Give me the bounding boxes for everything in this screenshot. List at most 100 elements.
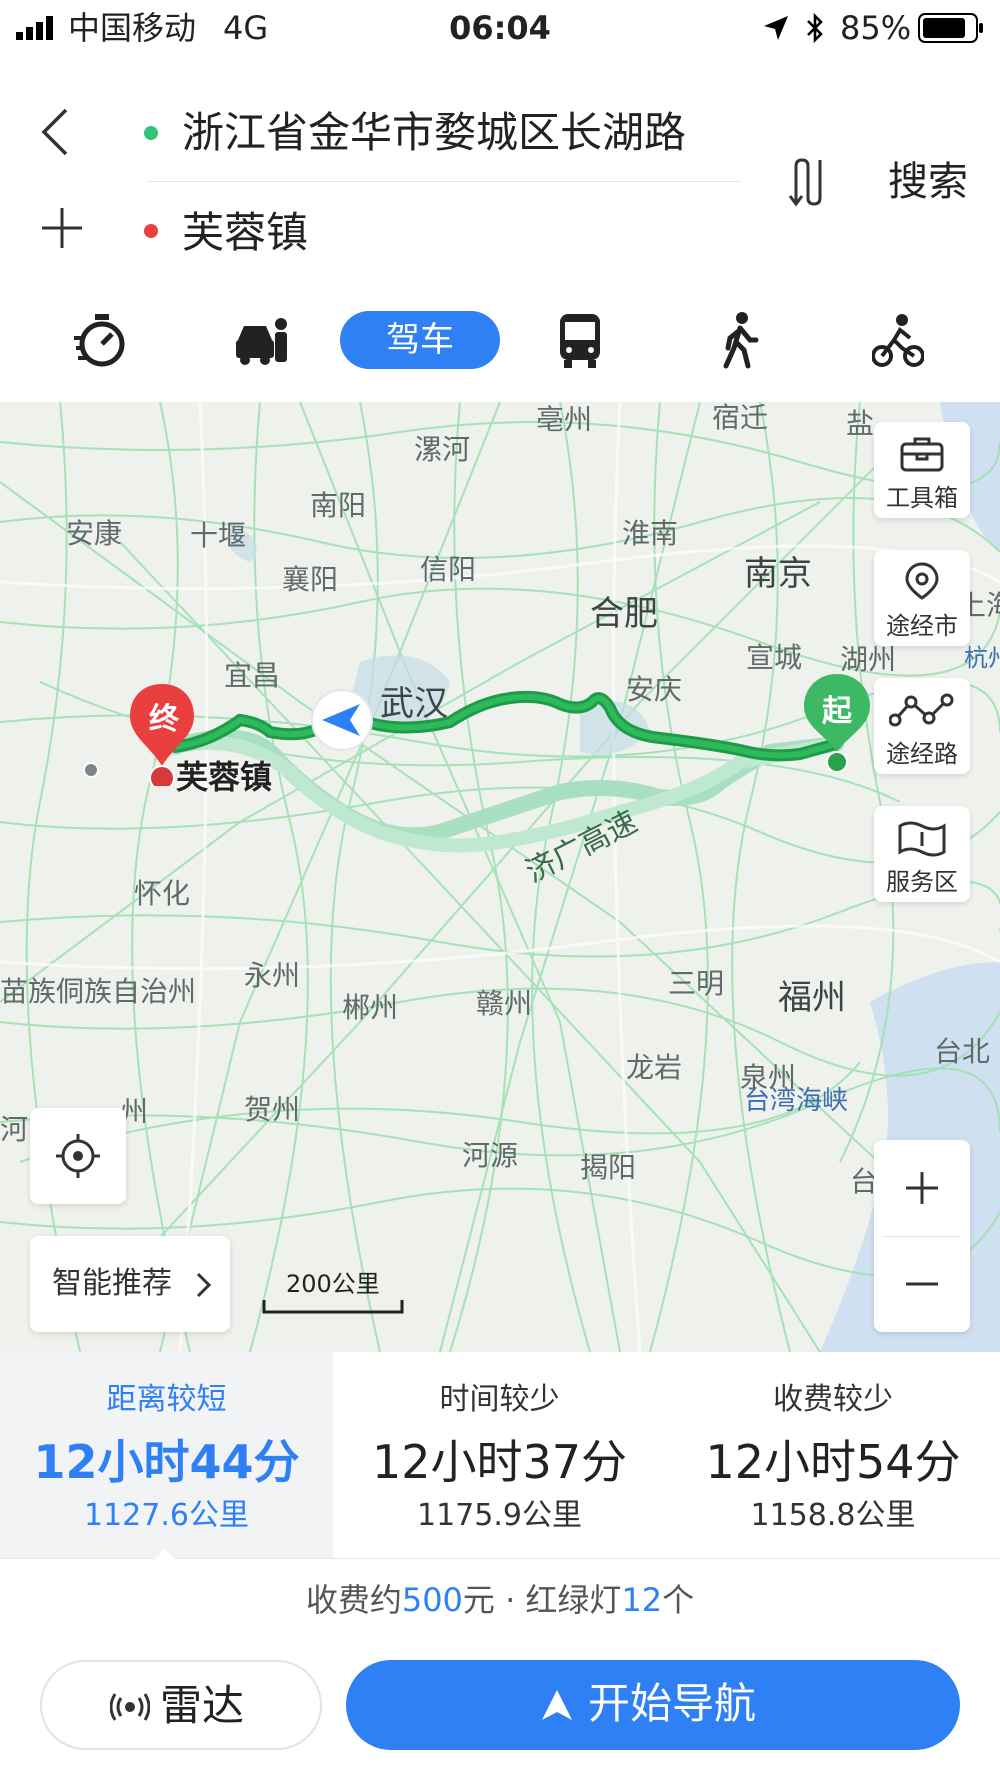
city-label-nanyang: 南阳 — [310, 489, 367, 522]
route-option-shortest[interactable]: 距离较短 12小时44分 1127.6公里 — [0, 1352, 333, 1558]
taxi-icon[interactable] — [234, 310, 290, 370]
city-label-ganzhou: 赣州 — [476, 987, 533, 1020]
route-label: 距离较短 — [106, 1382, 227, 1417]
locate-button[interactable] — [30, 1108, 126, 1204]
start-pin-label: 起 — [822, 694, 852, 729]
city-label-taibei: 台北 — [934, 1035, 991, 1068]
route-distance: 1127.6公里 — [84, 1498, 249, 1533]
add-waypoint-icon[interactable] — [40, 206, 84, 250]
origin-dot — [144, 126, 158, 140]
service-area-button[interactable]: 服务区 — [874, 806, 970, 902]
battery-icon — [918, 13, 983, 43]
toll-prefix: 收费约 — [305, 1581, 402, 1619]
route-duration: 12小时44分 — [33, 1435, 300, 1489]
navigation-arrow-icon — [542, 1690, 572, 1720]
chevron-right-icon — [196, 1272, 212, 1298]
back-chevron-icon[interactable] — [36, 104, 76, 160]
zoom-in-icon[interactable] — [904, 1170, 940, 1206]
location-arrow-icon — [764, 16, 788, 40]
route-distance: 1158.8公里 — [750, 1498, 916, 1533]
zoom-control — [874, 1140, 970, 1332]
city-label-huainan: 淮南 — [622, 517, 679, 550]
walk-icon[interactable] — [720, 310, 760, 370]
city-label-anqing: 安庆 — [626, 673, 683, 706]
destination-map-label: 芙蓉镇 — [176, 758, 273, 796]
radar-label: 雷达 — [160, 1681, 245, 1730]
via-city-label: 途经市 — [886, 612, 958, 640]
radar-button[interactable]: 雷达 — [40, 1660, 322, 1750]
search-button[interactable]: 搜索 — [888, 156, 968, 208]
zoom-out-icon[interactable] — [904, 1266, 940, 1302]
traffic-light-count: 12 — [621, 1581, 663, 1619]
bike-icon[interactable] — [872, 310, 924, 370]
swap-icon[interactable] — [784, 156, 836, 208]
city-label-nanjing: 南京 — [744, 554, 812, 594]
city-label-qiandongnan: 苗族侗族自治州 — [0, 975, 197, 1008]
city-label-hangzhou: 杭州 — [964, 644, 1000, 672]
route-options: 距离较短 12小时44分 1127.6公里 时间较少 12小时37分 1175.… — [0, 1352, 1000, 1558]
city-label-heyuan: 河源 — [462, 1139, 519, 1172]
battery-percent: 85% — [840, 9, 912, 47]
city-label-xiangyang: 襄阳 — [282, 563, 339, 596]
origin-field[interactable]: 浙江省金华市婺城区长湖路 — [182, 106, 686, 160]
divider — [0, 1558, 1000, 1559]
toolbox-label: 工具箱 — [886, 484, 958, 512]
toll-summary: 收费约500元 · 红绿灯12个 — [0, 1578, 1000, 1622]
city-label-yichang: 宜昌 — [224, 659, 281, 692]
city-label-he: 河 — [0, 1113, 29, 1146]
route-duration: 12小时54分 — [705, 1435, 961, 1489]
route-option-fastest[interactable]: 时间较少 12小时37分 1175.9公里 — [333, 1352, 666, 1558]
toll-amount: 500 — [401, 1581, 463, 1619]
toolbox-icon — [900, 437, 944, 472]
route-distance: 1175.9公里 — [417, 1498, 582, 1533]
city-label-ankang: 安康 — [66, 517, 123, 550]
route-option-cheapest[interactable]: 收费较少 12小时54分 1158.8公里 — [666, 1352, 1000, 1558]
city-label-wuhan: 武汉 — [380, 684, 448, 724]
city-label-sanming: 三明 — [668, 967, 725, 1000]
start-navigation-label: 开始导航 — [588, 1679, 757, 1728]
bus-icon[interactable] — [558, 310, 602, 370]
crosshair-icon — [56, 1134, 100, 1178]
status-bar: 中国移动 4G 06:04 85% — [0, 0, 1000, 56]
city-label-xinyang: 信阳 — [420, 553, 477, 586]
city-label-strait: 台湾海峡 — [744, 1086, 849, 1116]
current-location-arrow-icon — [311, 689, 373, 751]
divider — [146, 181, 742, 182]
city-label-yongzhou: 永州 — [244, 959, 301, 992]
scale-label: 200公里 — [286, 1270, 380, 1298]
destination-field[interactable]: 芙蓉镇 — [182, 206, 308, 260]
city-label-suqian: 宿迁 — [712, 402, 769, 434]
city-label-fuzhou: 福州 — [778, 978, 846, 1018]
city-label-chenzhou: 郴州 — [342, 991, 399, 1024]
tab-drive[interactable]: 驾车 — [340, 311, 500, 369]
route-nodes-icon — [889, 693, 954, 727]
toolbox-button[interactable]: 工具箱 — [874, 422, 970, 518]
route-duration: 12小时37分 — [371, 1435, 628, 1489]
via-road-label: 途经路 — [886, 740, 958, 768]
city-label-jieyang: 揭阳 — [580, 1151, 637, 1184]
bluetooth-icon — [807, 12, 823, 44]
city-label-hefei: 合肥 — [590, 594, 658, 634]
destination-dot — [144, 224, 158, 238]
route-label: 时间较少 — [439, 1382, 560, 1417]
service-flag-icon — [898, 821, 946, 857]
toll-suffix: 个 — [662, 1581, 695, 1619]
city-label-xuancheng: 宣城 — [746, 641, 803, 674]
route-map[interactable]: 亳州 亳州 宿迁 漯河 南阳 安康 十堰 淮南 南京 信阳 襄阳 合肥 宜昌 宣… — [0, 402, 1000, 1352]
smart-recommend-button[interactable]: 智能推荐 — [30, 1236, 230, 1332]
via-city-button[interactable]: 途经市 — [874, 550, 970, 646]
end-pin-label: 终 — [149, 702, 179, 737]
city-label-hezhou: 贺州 — [244, 1093, 301, 1126]
service-area-label: 服务区 — [886, 868, 958, 896]
city-label-bozhou: 亳州 — [536, 403, 593, 436]
via-road-button[interactable]: 途经路 — [874, 678, 970, 774]
city-label-shiyan: 十堰 — [190, 519, 247, 552]
start-navigation-button[interactable]: 开始导航 — [346, 1660, 960, 1750]
map-pin-icon — [905, 562, 939, 600]
smart-recommend-label: 智能推荐 — [52, 1266, 172, 1301]
route-label: 收费较少 — [773, 1382, 893, 1417]
city-label-longyan: 龙岩 — [626, 1051, 683, 1084]
city-label-yan: 盐 — [846, 407, 875, 440]
stopwatch-icon[interactable] — [72, 310, 128, 370]
city-label-luohe: 漯河 — [414, 433, 471, 466]
